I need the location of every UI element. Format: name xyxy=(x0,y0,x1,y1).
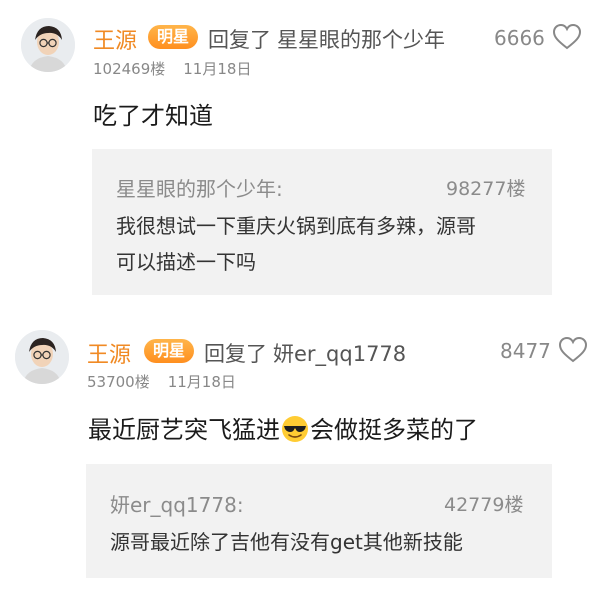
quoted-line: 源哥最近除了吉他有没有get其他新技能 xyxy=(110,530,463,554)
quoted-floor: 42779楼 xyxy=(444,494,524,516)
comment-meta: 53700楼 11月18日 xyxy=(87,371,236,392)
quoted-comment[interactable]: 妍er_qq1778: 42779楼 源哥最近除了吉他有没有get其他新技能 xyxy=(86,464,552,578)
quoted-author[interactable]: 妍er_qq1778: xyxy=(110,489,244,518)
quoted-text: 源哥最近除了吉他有没有get其他新技能 xyxy=(110,524,463,560)
floor-number: 53700楼 xyxy=(87,373,150,391)
comment-date: 11月18日 xyxy=(167,373,236,391)
like-count: 8477 xyxy=(500,339,551,363)
avatar[interactable] xyxy=(15,330,69,384)
comment-content: 最近厨艺突飞猛进 会做挺多菜的了 xyxy=(88,410,478,445)
reply-label: 回复了 xyxy=(204,342,267,366)
heart-icon[interactable] xyxy=(558,336,588,364)
reply-info: 回复了 妍er_qq1778 xyxy=(204,338,406,368)
sunglasses-emoji-icon xyxy=(282,416,308,442)
comment-item: 王源 明星 回复了 妍er_qq1778 8477 53700楼 11月18日 最近… xyxy=(0,0,600,599)
comment-content-part: 会做挺多菜的了 xyxy=(310,416,478,444)
reply-to-user[interactable]: 妍er_qq1778 xyxy=(273,342,406,366)
username[interactable]: 王源 xyxy=(87,337,131,369)
verified-star-badge: 明星 xyxy=(144,339,195,363)
comment-content-part: 最近厨艺突飞猛进 xyxy=(88,416,280,444)
